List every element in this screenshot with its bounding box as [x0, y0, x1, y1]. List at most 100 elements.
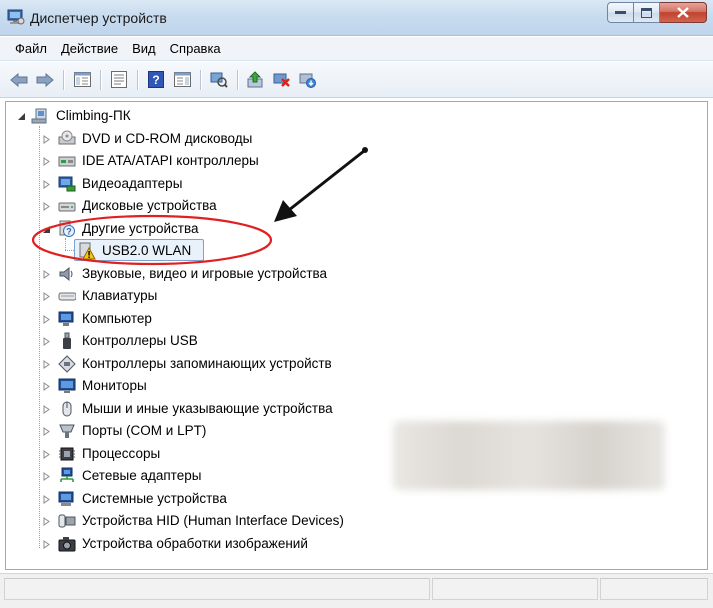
tree-item[interactable]: Мониторы	[6, 375, 406, 397]
collapsed-arrow-icon[interactable]	[42, 315, 51, 324]
update-driver-button[interactable]	[245, 69, 267, 91]
menu-action[interactable]: Действие	[54, 41, 125, 56]
disable-device-button[interactable]	[271, 69, 293, 91]
back-button[interactable]	[8, 69, 30, 91]
collapsed-arrow-icon[interactable]	[42, 382, 51, 391]
close-icon	[677, 7, 689, 18]
disable-device-icon	[273, 73, 290, 87]
system-device-icon	[58, 491, 74, 506]
tree-item[interactable]: Устройства HID (Human Interface Devices)	[6, 510, 426, 532]
minimize-button[interactable]	[607, 2, 634, 23]
collapsed-arrow-icon[interactable]	[42, 405, 51, 414]
maximize-button[interactable]	[634, 2, 660, 23]
tree-item-label: Клавиатуры	[82, 288, 158, 303]
tree-item[interactable]: Мыши и иные указывающие устройства	[6, 398, 406, 420]
properties-icon	[111, 71, 127, 88]
status-cell	[4, 578, 430, 600]
tree-item-label: Звуковые, видео и игровые устройства	[82, 266, 328, 281]
tree-item-label: Дисковые устройства	[82, 198, 217, 213]
window-controls	[607, 2, 707, 24]
uninstall-device-button[interactable]	[297, 69, 319, 91]
tree-item-label: Порты (COM и LPT)	[82, 423, 207, 438]
collapsed-arrow-icon[interactable]	[42, 157, 51, 166]
tree-item[interactable]: Звуковые, видео и игровые устройства	[6, 263, 406, 285]
tree-item-label: Другие устройства	[82, 221, 199, 236]
tree-item[interactable]: Компьютер	[6, 308, 406, 330]
usb-icon	[63, 332, 71, 349]
tree-item-label: Видеоадаптеры	[82, 176, 183, 191]
toolbar-separator	[237, 69, 238, 90]
svg-text:?: ?	[152, 73, 159, 87]
tree-item-child-selected[interactable]: USB2.0 WLAN	[6, 240, 406, 262]
show-hide-tree-button[interactable]	[71, 69, 93, 91]
menu-bar: Файл Действие Вид Справка	[0, 37, 713, 61]
expanded-arrow-icon[interactable]	[42, 225, 51, 234]
collapsed-arrow-icon[interactable]	[42, 360, 51, 369]
update-driver-icon	[247, 71, 263, 88]
forward-button[interactable]	[34, 69, 56, 91]
tree-item-expanded[interactable]: ? Другие устройства	[6, 218, 406, 240]
toolbar-separator	[100, 69, 101, 90]
help-button[interactable]: ?	[145, 69, 167, 91]
tree-item-label: Контроллеры запоминающих устройств	[82, 356, 332, 371]
tree-root[interactable]: Climbing-ПК	[6, 105, 306, 127]
tree-item[interactable]: IDE ATA/ATAPI контроллеры	[6, 150, 406, 172]
keyboard-icon	[58, 292, 76, 301]
collapsed-arrow-icon[interactable]	[42, 270, 51, 279]
tree-item[interactable]: Процессоры	[6, 443, 406, 465]
collapsed-arrow-icon[interactable]	[42, 495, 51, 504]
menu-view[interactable]: Вид	[125, 41, 163, 56]
tree-item[interactable]: Порты (COM и LPT)	[6, 420, 406, 442]
collapsed-arrow-icon[interactable]	[42, 180, 51, 189]
collapsed-arrow-icon[interactable]	[42, 472, 51, 481]
device-tree[interactable]: Climbing-ПК DVD и CD-ROM дисководы IDE A…	[5, 101, 708, 570]
toolbar-separator	[137, 69, 138, 90]
tree-item[interactable]: Системные устройства	[6, 488, 406, 510]
collapsed-arrow-icon[interactable]	[42, 427, 51, 436]
collapsed-arrow-icon[interactable]	[42, 135, 51, 144]
collapsed-arrow-icon[interactable]	[42, 517, 51, 526]
tree-item[interactable]: DVD и CD-ROM дисководы	[6, 128, 406, 150]
scan-hardware-icon	[210, 72, 228, 88]
properties-button[interactable]	[108, 69, 130, 91]
network-adapter-icon	[60, 467, 74, 482]
expanded-arrow-icon[interactable]	[17, 112, 26, 121]
tree-item[interactable]: Контроллеры USB	[6, 330, 406, 352]
hid-icon	[58, 514, 76, 528]
maximize-icon	[641, 7, 652, 18]
menu-help[interactable]: Справка	[163, 41, 228, 56]
tree-item[interactable]: Видеоадаптеры	[6, 173, 406, 195]
toolbar-separator	[200, 69, 201, 90]
tree-item[interactable]: Устройства обработки изображений	[6, 533, 406, 555]
tree-item[interactable]: Клавиатуры	[6, 285, 406, 307]
tree-item-label: USB2.0 WLAN	[102, 243, 192, 258]
scan-hardware-button[interactable]	[208, 69, 230, 91]
uninstall-device-icon	[299, 73, 316, 88]
status-cell	[600, 578, 708, 600]
warning-device-icon	[79, 242, 96, 260]
tree-item-label: DVD и CD-ROM дисководы	[82, 131, 253, 146]
tree-item-label: Компьютер	[82, 311, 152, 326]
tree-item-label: IDE ATA/ATAPI контроллеры	[82, 153, 259, 168]
collapsed-arrow-icon[interactable]	[42, 202, 51, 211]
collapsed-arrow-icon[interactable]	[42, 292, 51, 301]
disk-drive-icon	[58, 202, 76, 212]
device-manager-icon	[7, 9, 25, 25]
help-icon: ?	[148, 71, 164, 88]
svg-text:?: ?	[66, 227, 72, 237]
tree-item-label: Мыши и иные указывающие устройства	[82, 401, 333, 416]
action-pane-button[interactable]	[171, 69, 193, 91]
menu-file[interactable]: Файл	[8, 41, 54, 56]
collapsed-arrow-icon[interactable]	[42, 450, 51, 459]
collapsed-arrow-icon[interactable]	[42, 540, 51, 549]
close-button[interactable]	[660, 2, 707, 23]
show-hide-tree-icon	[73, 72, 91, 87]
tree-item[interactable]: Контроллеры запоминающих устройств	[6, 353, 406, 375]
tree-item[interactable]: Дисковые устройства	[6, 195, 406, 217]
tree-item[interactable]: Сетевые адаптеры	[6, 465, 406, 487]
tree-item-label: Системные устройства	[82, 491, 227, 506]
collapsed-arrow-icon[interactable]	[42, 337, 51, 346]
status-bar	[0, 573, 713, 608]
monitor-icon	[58, 378, 76, 393]
toolbar: ?	[0, 62, 713, 98]
